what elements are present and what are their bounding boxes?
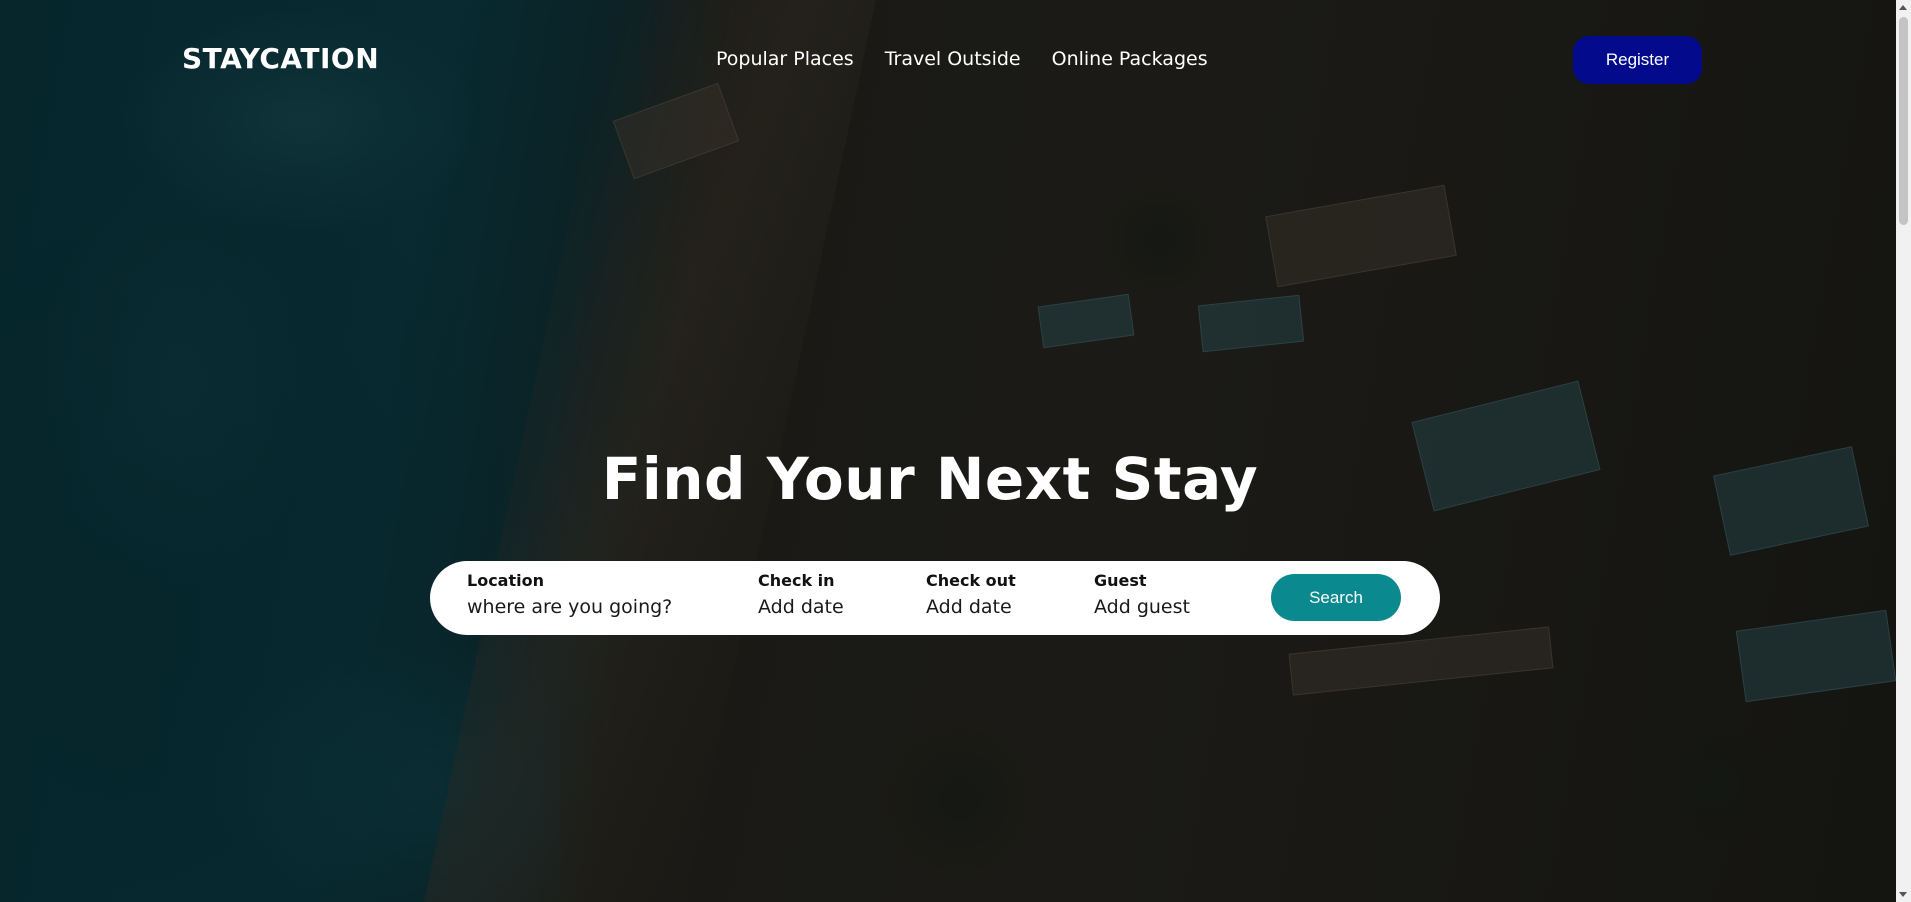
- check-out-field[interactable]: Check out Add date: [926, 571, 1016, 618]
- guest-label: Guest: [1094, 571, 1147, 590]
- search-button[interactable]: Search: [1271, 574, 1401, 621]
- guest-field[interactable]: Guest Add guest: [1094, 571, 1190, 618]
- site-logo[interactable]: STAYCATION: [182, 42, 379, 75]
- check-in-input[interactable]: Add date: [758, 596, 844, 618]
- hero-title: Find Your Next Stay: [601, 445, 1259, 513]
- check-in-label: Check in: [758, 571, 835, 590]
- main-nav: Popular Places Travel Outside Online Pac…: [716, 48, 1208, 70]
- nav-link-travel-outside[interactable]: Travel Outside: [885, 48, 1021, 70]
- check-out-label: Check out: [926, 571, 1016, 590]
- location-field[interactable]: Location where are you going?: [467, 571, 672, 618]
- nav-link-online-packages[interactable]: Online Packages: [1052, 48, 1208, 70]
- location-label: Location: [467, 571, 544, 590]
- background-tree: [1650, 720, 1780, 850]
- location-input[interactable]: where are you going?: [467, 596, 672, 618]
- scroll-down-arrow-icon[interactable]: [1899, 892, 1907, 897]
- nav-link-popular-places[interactable]: Popular Places: [716, 48, 854, 70]
- background-tree: [1100, 180, 1220, 300]
- check-out-input[interactable]: Add date: [926, 596, 1016, 618]
- check-in-field[interactable]: Check in Add date: [758, 571, 844, 618]
- scroll-up-arrow-icon[interactable]: [1899, 5, 1907, 10]
- scroll-thumb[interactable]: [1899, 17, 1908, 225]
- background-tree: [880, 720, 1040, 880]
- search-bar: Location where are you going? Check in A…: [430, 561, 1440, 635]
- page: STAYCATION Popular Places Travel Outside…: [0, 0, 1911, 902]
- guest-input[interactable]: Add guest: [1094, 596, 1190, 618]
- register-button[interactable]: Register: [1573, 36, 1702, 84]
- vertical-scrollbar[interactable]: [1896, 0, 1911, 902]
